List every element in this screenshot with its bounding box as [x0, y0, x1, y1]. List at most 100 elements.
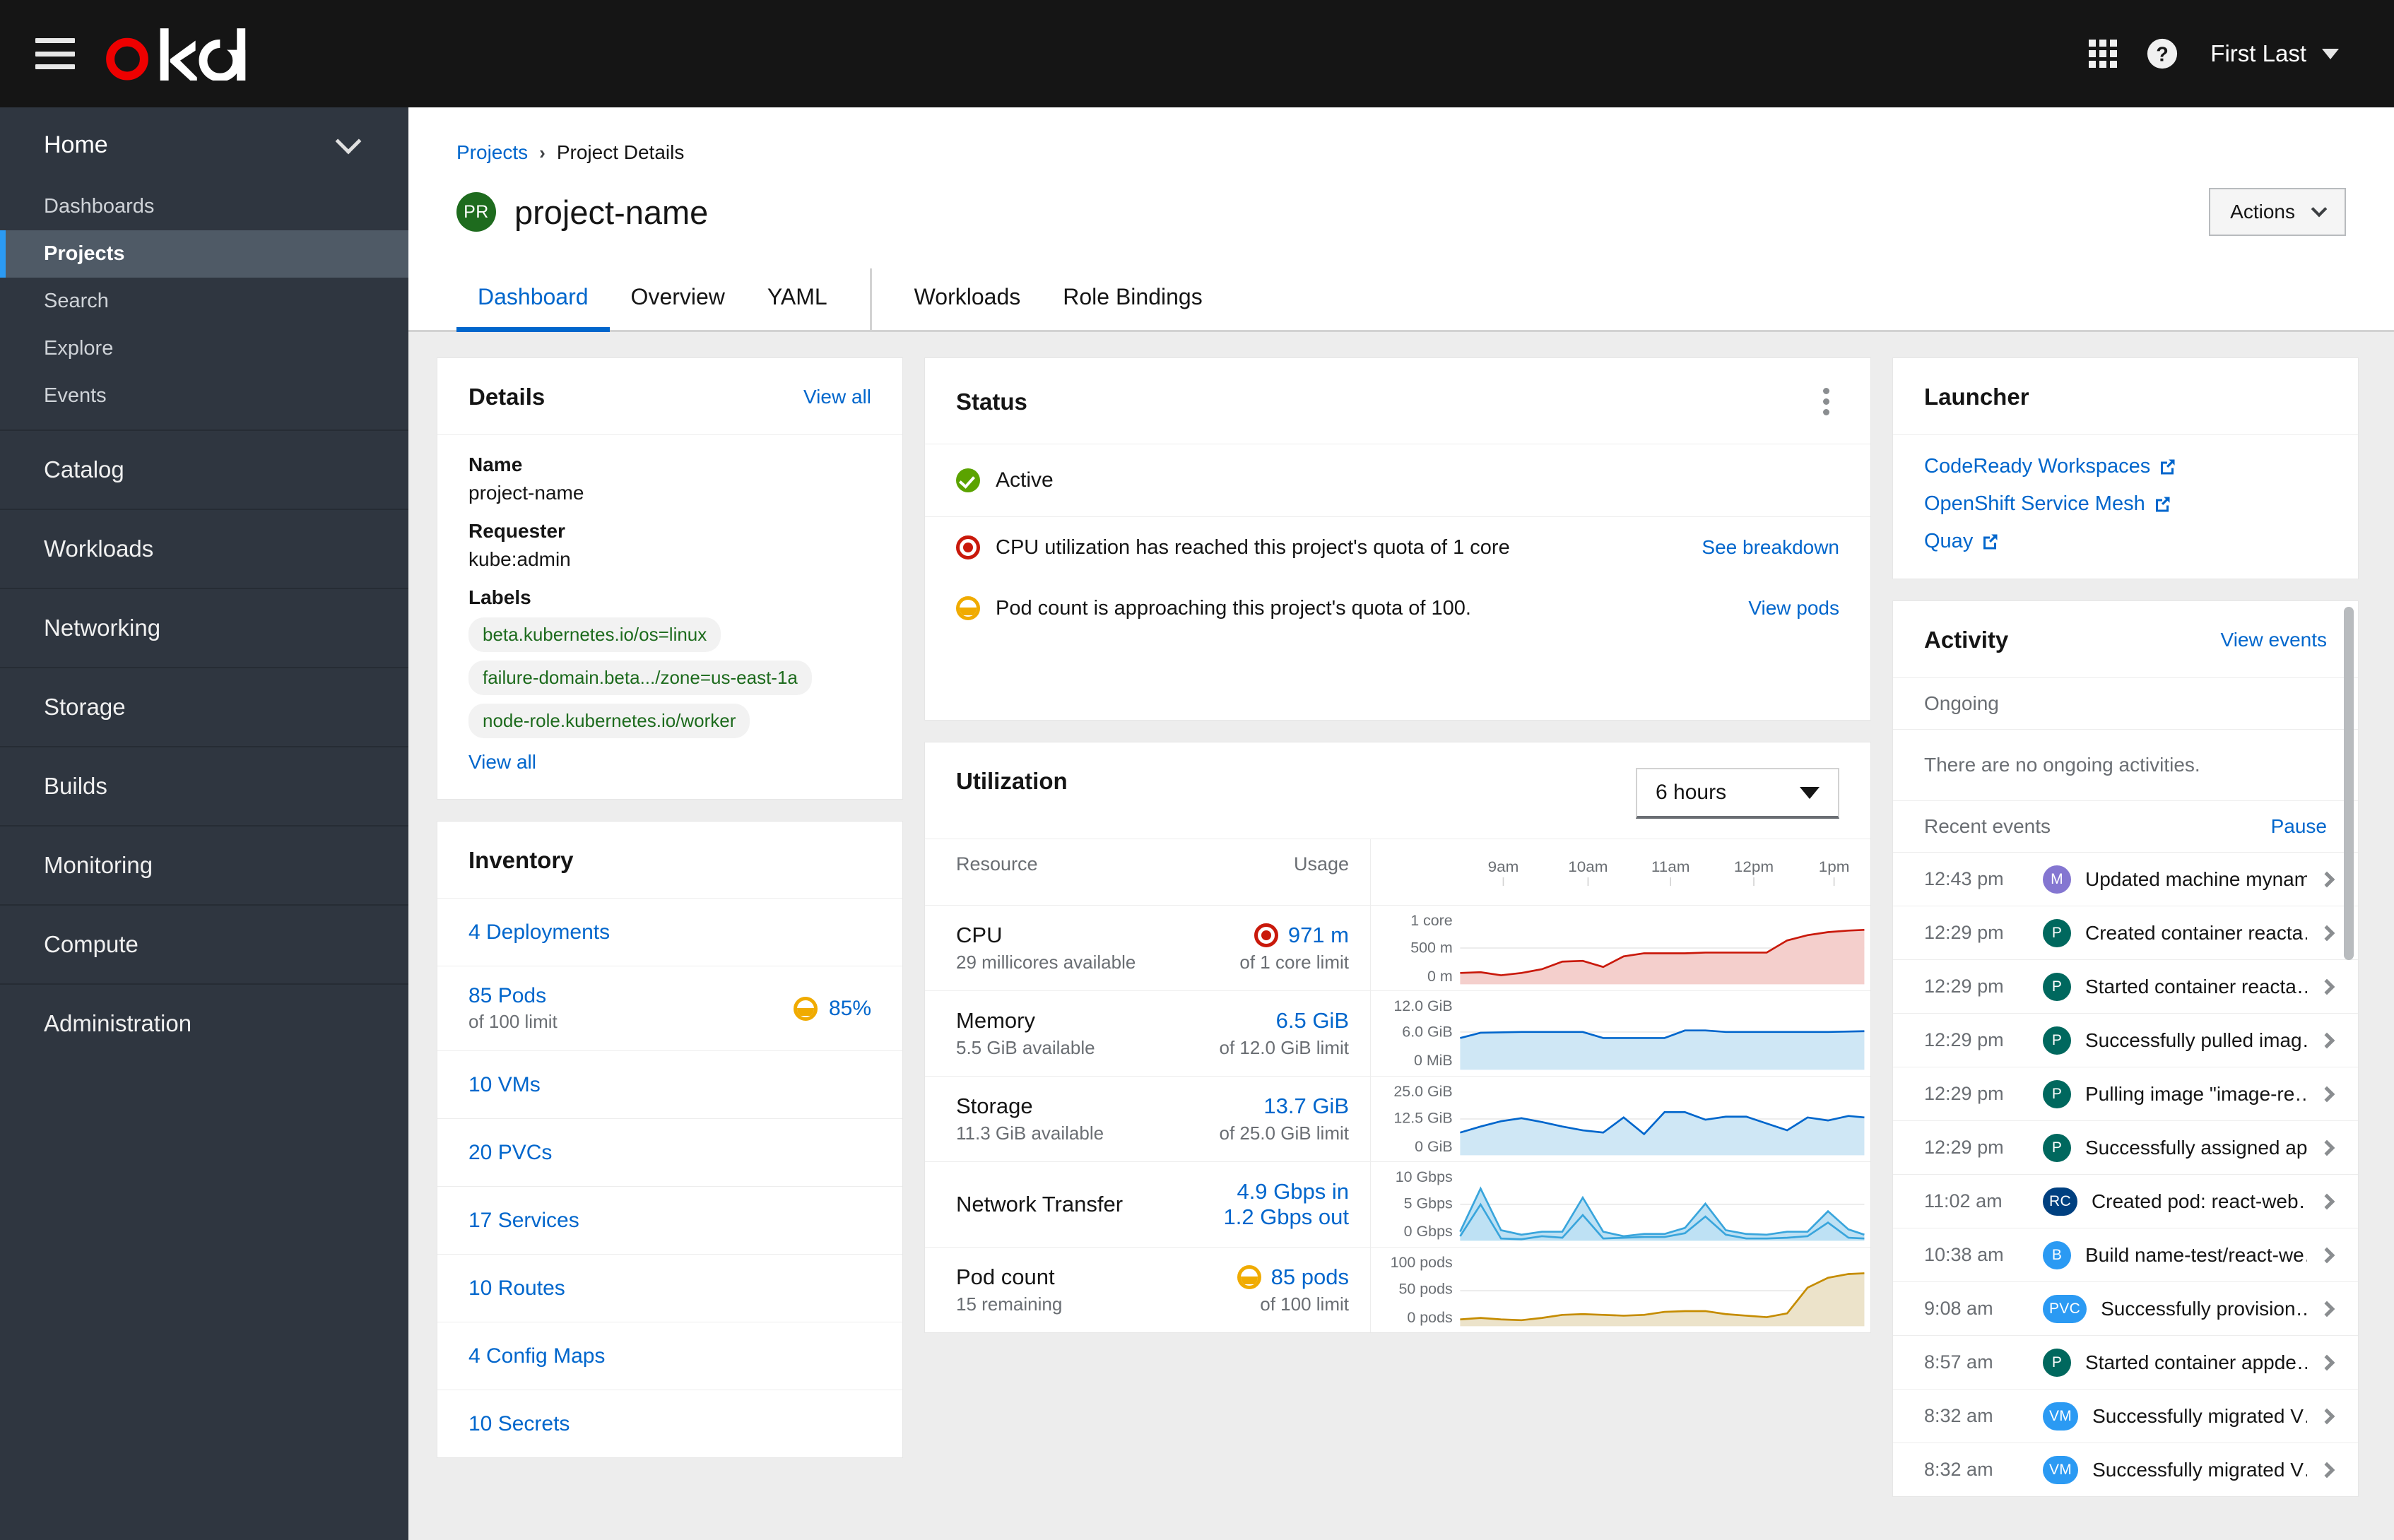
okd-console: ? First Last Home Dashboards Projects Se…	[0, 0, 2394, 1540]
event-row[interactable]: 12:29 pm P Created container reacta…	[1893, 906, 2358, 959]
event-resource-badge: VM	[2043, 1455, 2079, 1484]
inventory-link[interactable]: 10 Secrets	[468, 1412, 570, 1436]
warning-icon	[1237, 1264, 1261, 1289]
status-card-header: Status	[925, 358, 1870, 444]
inventory-link[interactable]: 20 PVCs	[468, 1141, 552, 1165]
sidebar-item-monitoring[interactable]: Monitoring	[0, 825, 408, 904]
tab-yaml[interactable]: YAML	[746, 268, 849, 332]
inventory-row-pvcs[interactable]: 20 PVCs	[437, 1118, 902, 1186]
inventory-link[interactable]: 4 Config Maps	[468, 1344, 605, 1368]
event-resource-badge: VM	[2043, 1402, 2079, 1431]
event-row[interactable]: 12:43 pm M Updated machine mynam…	[1893, 852, 2358, 906]
dashboard-grid: Details View all Name project-name Reque…	[408, 332, 2394, 1540]
event-time: 12:43 pm	[1924, 868, 2004, 889]
help-circle-icon[interactable]: ?	[2133, 24, 2192, 83]
sidebar-group-home[interactable]: Home	[0, 107, 408, 183]
event-resource-badge: P	[2043, 1133, 2071, 1162]
event-time: 8:32 am	[1924, 1459, 1993, 1480]
utilization-resource-sub: 11.3 GiB available	[956, 1122, 1104, 1144]
breadcrumb-projects-link[interactable]: Projects	[456, 141, 528, 164]
hamburger-icon[interactable]	[35, 38, 75, 69]
launcher-link-codeready[interactable]: CodeReady Workspaces	[1924, 455, 2327, 478]
sidebar-item-search[interactable]: Search	[0, 278, 408, 325]
inventory-link[interactable]: 10 Routes	[468, 1277, 565, 1301]
activity-scrollbar[interactable]	[2344, 607, 2354, 960]
inventory-link[interactable]: 17 Services	[468, 1209, 579, 1233]
user-menu[interactable]: First Last	[2192, 40, 2346, 67]
label-chip[interactable]: beta.kubernetes.io/os=linux	[468, 617, 721, 652]
sidebar-item-explore[interactable]: Explore	[0, 325, 408, 372]
sidebar-item-storage[interactable]: Storage	[0, 667, 408, 746]
event-row[interactable]: 12:29 pm P Successfully assigned ap…	[1893, 1120, 2358, 1174]
event-row[interactable]: 8:57 am P Started container appde…	[1893, 1335, 2358, 1389]
tab-workloads[interactable]: Workloads	[893, 268, 1042, 332]
utilization-usage-value: 6.5 GiB	[1275, 1007, 1349, 1033]
chevron-right-icon	[2318, 925, 2335, 941]
labels-view-all-link[interactable]: View all	[468, 751, 536, 774]
inventory-row-vms[interactable]: 10 VMs	[437, 1050, 902, 1118]
launcher-card-body: CodeReady Workspaces OpenShift Service M…	[1893, 435, 2358, 579]
status-health-label: Active	[996, 468, 1054, 492]
inventory-row-deployments[interactable]: 4 Deployments	[437, 898, 902, 966]
launcher-link-service-mesh[interactable]: OpenShift Service Mesh	[1924, 492, 2327, 516]
event-row[interactable]: 10:38 am B Build name-test/react-we…	[1893, 1228, 2358, 1281]
details-view-all-link[interactable]: View all	[803, 386, 871, 408]
event-message: Successfully assigned ap…	[2085, 1136, 2307, 1159]
event-row[interactable]: 12:29 pm P Successfully pulled imag…	[1893, 1013, 2358, 1067]
sidebar-item-events[interactable]: Events	[0, 372, 408, 420]
inventory-link[interactable]: 10 VMs	[468, 1073, 541, 1097]
inventory-row-config-maps[interactable]: 4 Config Maps	[437, 1322, 902, 1390]
grid-apps-icon[interactable]	[2073, 24, 2133, 83]
inventory-link[interactable]: 85 Pods	[468, 984, 558, 1008]
kebab-menu-icon[interactable]	[1813, 384, 1839, 420]
utilization-card-header: Utilization 6 hours	[925, 742, 1870, 839]
time-range-select[interactable]: 6 hours	[1636, 768, 1839, 819]
sidebar-item-projects[interactable]: Projects	[0, 230, 408, 278]
utilization-usage-network: 4.9 Gbps in 1.2 Gbps out	[1151, 1161, 1370, 1247]
sidebar-item-workloads[interactable]: Workloads	[0, 509, 408, 588]
sidebar-item-compute[interactable]: Compute	[0, 904, 408, 983]
tab-dashboard[interactable]: Dashboard	[456, 268, 610, 332]
status-alert-cpu: CPU utilization has reached this project…	[925, 517, 1870, 578]
sidebar-item-administration[interactable]: Administration	[0, 983, 408, 1062]
svg-text:12.0 GiB: 12.0 GiB	[1393, 997, 1452, 1014]
utilization-limit: of 100 limit	[1260, 1293, 1349, 1315]
inventory-row-services[interactable]: 17 Services	[437, 1186, 902, 1254]
tab-role-bindings[interactable]: Role Bindings	[1042, 268, 1223, 332]
sparkline-network: 10 Gbps 5 Gbps 0 Gbps	[1370, 1161, 1870, 1247]
see-breakdown-link[interactable]: See breakdown	[1702, 536, 1839, 559]
actions-button[interactable]: Actions	[2209, 188, 2346, 236]
label-chip[interactable]: failure-domain.beta.../zone=us-east-1a	[468, 661, 812, 695]
page-title: project-name	[514, 193, 709, 231]
sidebar-item-dashboards[interactable]: Dashboards	[0, 183, 408, 230]
inventory-link[interactable]: 4 Deployments	[468, 920, 610, 944]
sidebar-item-builds[interactable]: Builds	[0, 746, 408, 825]
tab-overview[interactable]: Overview	[610, 268, 746, 332]
sidebar-item-networking[interactable]: Networking	[0, 588, 408, 667]
inventory-row-routes[interactable]: 10 Routes	[437, 1254, 902, 1322]
event-row[interactable]: 11:02 am RC Created pod: react-web…	[1893, 1174, 2358, 1228]
chevron-down-icon	[335, 128, 362, 154]
utilization-col-usage: Usage	[1293, 853, 1349, 875]
view-pods-link[interactable]: View pods	[1748, 597, 1839, 620]
page-header: Projects › Project Details PR project-na…	[408, 107, 2394, 268]
event-row[interactable]: 9:08 am PVC Successfully provision…	[1893, 1281, 2358, 1335]
sidebar-item-catalog[interactable]: Catalog	[0, 430, 408, 509]
event-message: Successfully provision…	[2101, 1297, 2307, 1320]
inventory-row-pods[interactable]: 85 Pods of 100 limit 85%	[437, 966, 902, 1050]
details-requester-term: Requester	[468, 520, 565, 542]
label-chip[interactable]: node-role.kubernetes.io/worker	[468, 704, 750, 738]
details-name-term: Name	[468, 454, 523, 475]
event-resource-badge: M	[2043, 865, 2071, 894]
event-row[interactable]: 8:32 am VM Successfully migrated V…	[1893, 1389, 2358, 1443]
okd-logo[interactable]	[100, 0, 277, 107]
event-row[interactable]: 8:32 am VM Successfully migrated V…	[1893, 1443, 2358, 1496]
pause-events-button[interactable]: Pause	[2271, 815, 2327, 838]
view-events-link[interactable]: View events	[2221, 629, 2327, 651]
status-health-row: Active	[925, 444, 1870, 517]
inventory-row-secrets[interactable]: 10 Secrets	[437, 1390, 902, 1457]
sparkline-podcount: 100 pods 50 pods 0 pods	[1370, 1246, 1870, 1332]
event-row[interactable]: 12:29 pm P Pulling image "image-re…	[1893, 1067, 2358, 1120]
event-row[interactable]: 12:29 pm P Started container reacta…	[1893, 959, 2358, 1013]
launcher-link-quay[interactable]: Quay	[1924, 530, 2327, 553]
